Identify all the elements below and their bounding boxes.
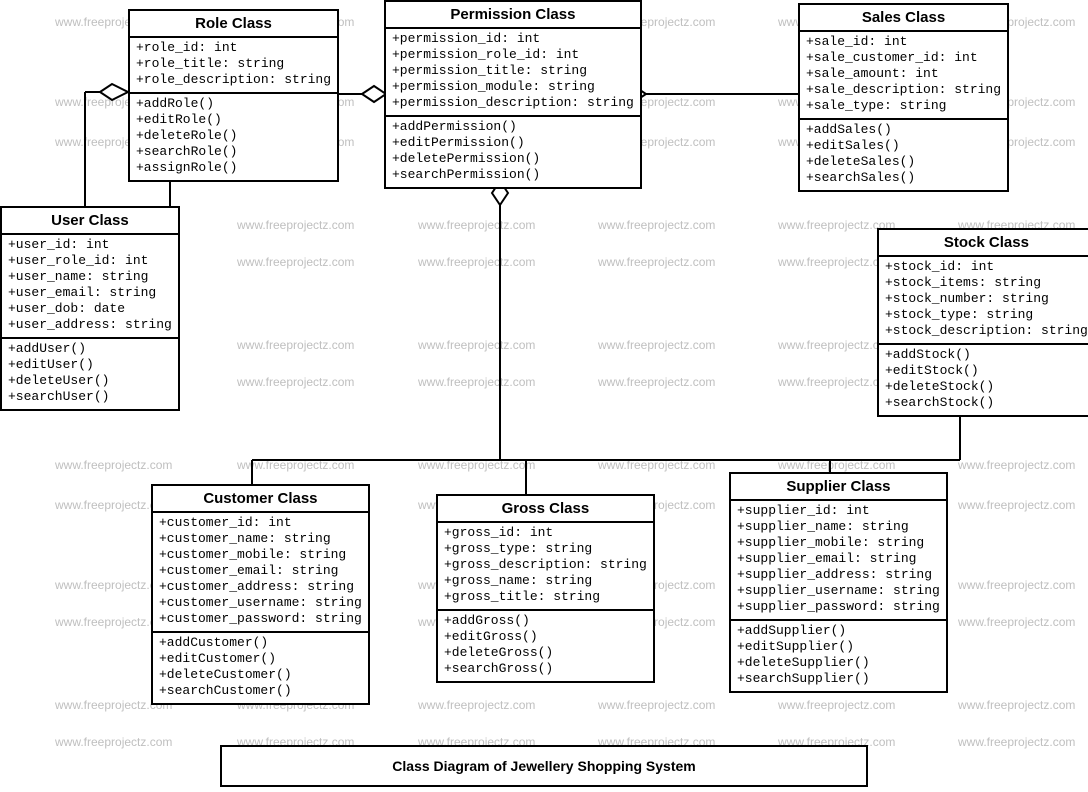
- watermark-text: www.freeprojectz.com: [598, 458, 715, 472]
- class-supplier: Supplier Class +supplier_id: int +suppli…: [729, 472, 948, 693]
- class-permission: Permission Class +permission_id: int +pe…: [384, 0, 642, 189]
- watermark-text: www.freeprojectz.com: [237, 338, 354, 352]
- watermark-text: www.freeprojectz.com: [958, 615, 1075, 629]
- class-customer: Customer Class +customer_id: int +custom…: [151, 484, 370, 705]
- watermark-text: www.freeprojectz.com: [778, 458, 895, 472]
- class-methods: +addPermission() +editPermission() +dele…: [386, 117, 640, 187]
- diagram-canvas: www.freeprojectz.com www.freeprojectz.com…: [0, 0, 1088, 792]
- watermark-text: www.freeprojectz.com: [237, 375, 354, 389]
- watermark-text: www.freeprojectz.com: [958, 735, 1075, 749]
- watermark-text: www.freeprojectz.com: [958, 698, 1075, 712]
- watermark-text: www.freeprojectz.com: [958, 498, 1075, 512]
- class-title: Permission Class: [386, 2, 640, 29]
- class-methods: +addGross() +editGross() +deleteGross() …: [438, 611, 653, 681]
- watermark-text: www.freeprojectz.com: [598, 375, 715, 389]
- class-attributes: +gross_id: int +gross_type: string +gros…: [438, 523, 653, 611]
- watermark-text: www.freeprojectz.com: [55, 458, 172, 472]
- class-stock: Stock Class +stock_id: int +stock_items:…: [877, 228, 1088, 417]
- watermark-text: www.freeprojectz.com: [237, 458, 354, 472]
- class-methods: +addSales() +editSales() +deleteSales() …: [800, 120, 1007, 190]
- class-attributes: +stock_id: int +stock_items: string +sto…: [879, 257, 1088, 345]
- class-title: Supplier Class: [731, 474, 946, 501]
- class-title: Customer Class: [153, 486, 368, 513]
- watermark-text: www.freeprojectz.com: [598, 255, 715, 269]
- class-methods: +addRole() +editRole() +deleteRole() +se…: [130, 94, 337, 180]
- class-methods: +addCustomer() +editCustomer() +deleteCu…: [153, 633, 368, 703]
- watermark-text: www.freeprojectz.com: [598, 218, 715, 232]
- class-role: Role Class +role_id: int +role_title: st…: [128, 9, 339, 182]
- watermark-text: www.freeprojectz.com: [958, 578, 1075, 592]
- class-gross: Gross Class +gross_id: int +gross_type: …: [436, 494, 655, 683]
- class-title: Sales Class: [800, 5, 1007, 32]
- class-attributes: +supplier_id: int +supplier_name: string…: [731, 501, 946, 621]
- watermark-text: www.freeprojectz.com: [778, 698, 895, 712]
- watermark-text: www.freeprojectz.com: [237, 255, 354, 269]
- class-methods: +addSupplier() +editSupplier() +deleteSu…: [731, 621, 946, 691]
- class-methods: +addUser() +editUser() +deleteUser() +se…: [2, 339, 178, 409]
- class-title: Role Class: [130, 11, 337, 38]
- watermark-text: www.freeprojectz.com: [418, 218, 535, 232]
- watermark-text: www.freeprojectz.com: [418, 375, 535, 389]
- watermark-text: www.freeprojectz.com: [55, 735, 172, 749]
- class-title: User Class: [2, 208, 178, 235]
- watermark-text: www.freeprojectz.com: [418, 698, 535, 712]
- class-attributes: +user_id: int +user_role_id: int +user_n…: [2, 235, 178, 339]
- watermark-text: www.freeprojectz.com: [598, 698, 715, 712]
- diagram-caption: Class Diagram of Jewellery Shopping Syst…: [220, 745, 868, 787]
- watermark-text: www.freeprojectz.com: [418, 255, 535, 269]
- class-title: Stock Class: [879, 230, 1088, 257]
- watermark-text: www.freeprojectz.com: [958, 458, 1075, 472]
- watermark-text: www.freeprojectz.com: [418, 458, 535, 472]
- class-sales: Sales Class +sale_id: int +sale_customer…: [798, 3, 1009, 192]
- class-title: Gross Class: [438, 496, 653, 523]
- class-attributes: +customer_id: int +customer_name: string…: [153, 513, 368, 633]
- watermark-text: www.freeprojectz.com: [418, 338, 535, 352]
- class-methods: +addStock() +editStock() +deleteStock() …: [879, 345, 1088, 415]
- watermark-text: www.freeprojectz.com: [598, 338, 715, 352]
- class-attributes: +role_id: int +role_title: string +role_…: [130, 38, 337, 94]
- class-attributes: +permission_id: int +permission_role_id:…: [386, 29, 640, 117]
- class-user: User Class +user_id: int +user_role_id: …: [0, 206, 180, 411]
- class-attributes: +sale_id: int +sale_customer_id: int +sa…: [800, 32, 1007, 120]
- watermark-text: www.freeprojectz.com: [237, 218, 354, 232]
